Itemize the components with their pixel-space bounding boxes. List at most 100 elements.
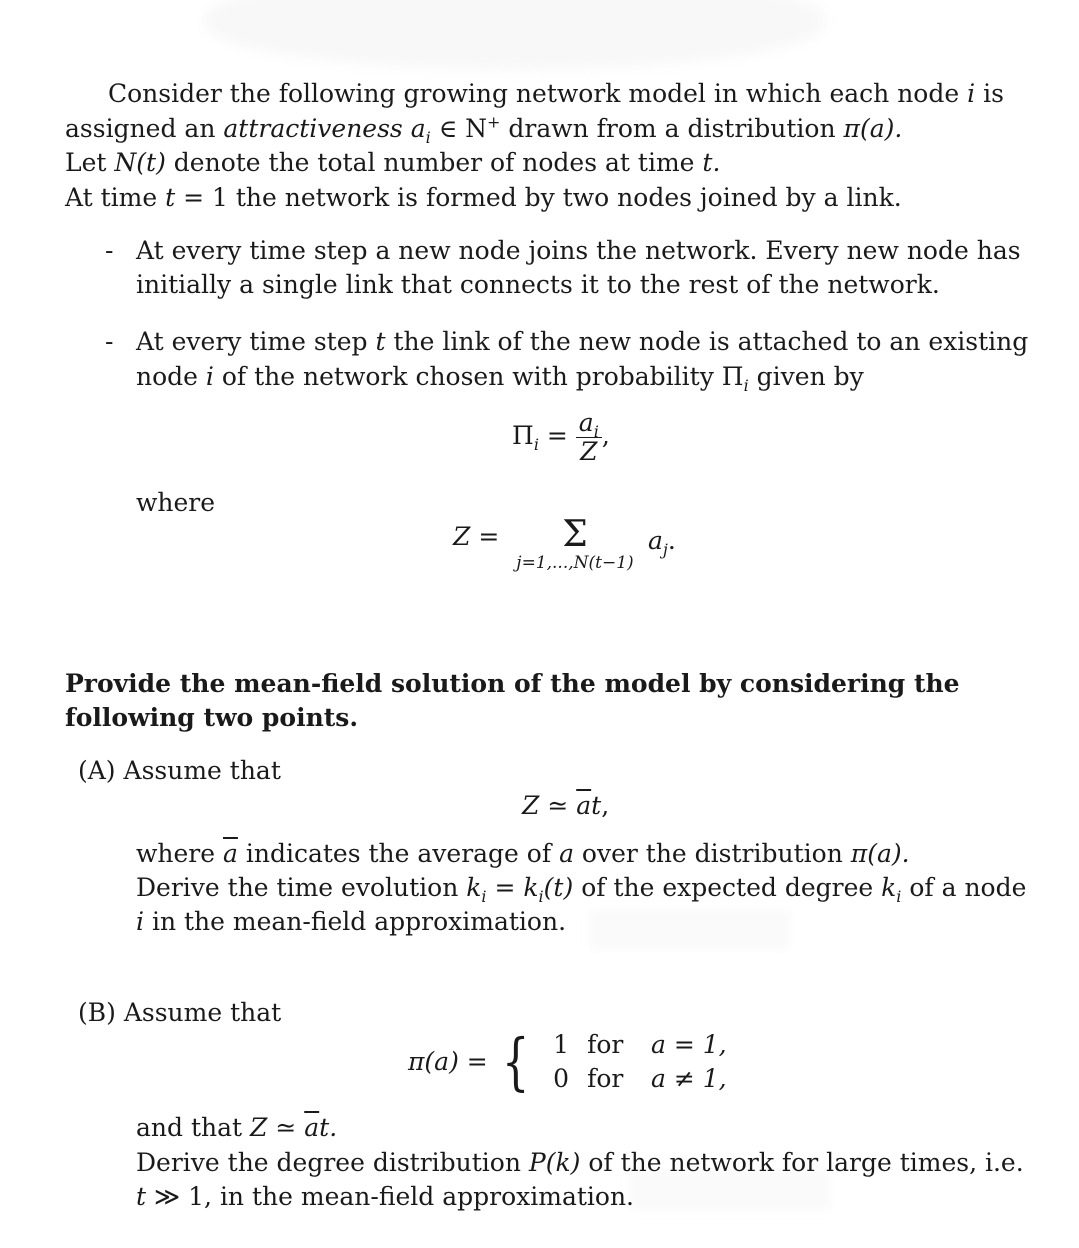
part-label: (A) xyxy=(78,756,116,785)
case-word: for xyxy=(587,1030,624,1059)
text: Derive the time evolution xyxy=(136,873,459,902)
text: of a node xyxy=(909,873,1027,902)
math-relation: ≃ xyxy=(547,791,569,820)
text: of the expected degree xyxy=(581,873,874,902)
text: denote the total number of nodes at time xyxy=(173,148,695,177)
part-a-equation: Z ≃ at, xyxy=(522,789,609,823)
punctuation: . xyxy=(667,526,676,555)
text: Let xyxy=(65,148,107,177)
math-expr: π(a). xyxy=(850,839,910,868)
where-label: where xyxy=(136,488,216,517)
case-row: 1 for a = 1, xyxy=(543,1028,727,1062)
part-a-heading: (A) Assume that xyxy=(78,754,281,788)
math-var: t xyxy=(165,183,176,212)
summation-limits: j=1,...,N(t−1) xyxy=(516,553,634,573)
math-abar: a xyxy=(223,839,238,868)
math-var: k xyxy=(523,873,539,902)
math-var: i xyxy=(136,907,144,936)
bullet-marker: - xyxy=(105,327,114,356)
text: assigned an xyxy=(65,114,216,143)
equation-z-lhs: Z = xyxy=(453,520,499,554)
math-var: a xyxy=(578,408,594,437)
math-var: Z xyxy=(250,1113,268,1142)
math-relation: ≫ 1, xyxy=(154,1182,212,1211)
math-sub: i xyxy=(425,128,431,147)
math-equals: = xyxy=(546,421,568,450)
intro-line-1: Consider the following growing network m… xyxy=(108,77,1004,111)
text: given by xyxy=(756,362,864,391)
text: is xyxy=(983,79,1004,108)
math-relation: ≃ xyxy=(275,1113,297,1142)
task-line-1: Provide the mean-field solution of the m… xyxy=(65,669,960,698)
text: Derive the degree distribution xyxy=(136,1148,521,1177)
text: the link of the new node is attached to … xyxy=(393,327,1029,356)
math-var: i xyxy=(967,79,976,108)
bullet-2-line-1: At every time step t the link of the new… xyxy=(136,325,1028,359)
background-smudge xyxy=(590,910,790,950)
punctuation: , xyxy=(601,421,610,450)
math-expr: π(a). xyxy=(843,114,903,143)
fraction-numerator: ai xyxy=(575,408,602,440)
text: in the mean-field approximation. xyxy=(151,907,567,936)
bullet-2-line-2: node i of the network chosen with probab… xyxy=(136,360,864,394)
intro-line-2: assigned an attractiveness ai ∈ N+ drawn… xyxy=(65,112,902,146)
math-expr: P(k) xyxy=(528,1148,581,1177)
math-sub: i xyxy=(481,887,487,906)
fraction-denominator: Z xyxy=(580,437,598,466)
cases: 1 for a = 1, 0 for a ≠ 1, xyxy=(543,1028,727,1096)
math-set: ∈ N xyxy=(438,114,488,143)
text: node xyxy=(136,362,198,391)
sigma-symbol: Σ xyxy=(562,514,588,555)
math-var: a xyxy=(559,839,574,868)
part-b-heading: (B) Assume that xyxy=(78,996,281,1030)
math-expr: π(a) xyxy=(408,1047,459,1076)
math-var: i xyxy=(205,362,214,391)
math-abar: a xyxy=(576,791,592,820)
math-var: t. xyxy=(702,148,721,177)
left-brace: { xyxy=(501,1025,530,1098)
math-arg: (t) xyxy=(543,873,574,902)
math-var: t xyxy=(375,327,386,356)
punctuation: , xyxy=(601,791,610,820)
part-a-line-1: where a indicates the average of a over … xyxy=(136,837,910,871)
math-var: k xyxy=(466,873,482,902)
math-sub: i xyxy=(533,435,539,454)
part-b-equation: π(a) = { 1 for a = 1, 0 for a ≠ 1, xyxy=(408,1028,727,1096)
text: in the mean-field approximation. xyxy=(219,1182,634,1211)
part-b-line-1: and that Z ≃ at. xyxy=(136,1111,337,1145)
math-var: Z xyxy=(453,522,471,551)
math-abar: a xyxy=(304,1113,320,1142)
math-var: t. xyxy=(319,1113,338,1142)
bullet-marker: - xyxy=(105,236,114,265)
math-symbol: Π xyxy=(512,421,534,450)
part-label: (B) xyxy=(78,998,116,1027)
math-var: t xyxy=(591,791,602,820)
text: Assume that xyxy=(123,998,282,1027)
equation-z-term: aj. xyxy=(648,524,676,558)
text: indicates the average of xyxy=(245,839,552,868)
text: Assume that xyxy=(123,756,281,785)
task-line-2: following two points. xyxy=(65,703,359,732)
math-sub: i xyxy=(896,887,902,906)
text: Consider the following growing network m… xyxy=(108,79,960,108)
part-a-line-2: Derive the time evolution ki = ki(t) of … xyxy=(136,871,1026,905)
case-row: 0 for a ≠ 1, xyxy=(543,1062,726,1096)
bullet-1-line-2: initially a single link that connects it… xyxy=(136,270,940,299)
math-var: k xyxy=(881,873,897,902)
text: of the network chosen with probability Π xyxy=(221,362,744,391)
text: of the network for large times, i.e. xyxy=(588,1148,1024,1177)
text: At time xyxy=(65,183,158,212)
equation-pi-i: Πi = ai Z , xyxy=(512,408,610,466)
text: where xyxy=(136,839,216,868)
bullet-1-line-1: At every time step a new node joins the … xyxy=(136,236,1021,265)
case-condition: a = 1, xyxy=(651,1030,727,1059)
math-equals: = xyxy=(478,522,500,551)
case-value: 0 xyxy=(553,1064,570,1093)
case-word: for xyxy=(587,1064,624,1093)
background-smudge xyxy=(205,0,825,70)
emphasis-term: attractiveness xyxy=(223,114,403,143)
math-sup: + xyxy=(487,112,501,132)
part-b-line-3: t ≫ 1, in the mean-field approximation. xyxy=(136,1180,634,1214)
text: = 1 the network is formed by two nodes j… xyxy=(183,183,902,212)
math-var: Z xyxy=(522,791,540,820)
